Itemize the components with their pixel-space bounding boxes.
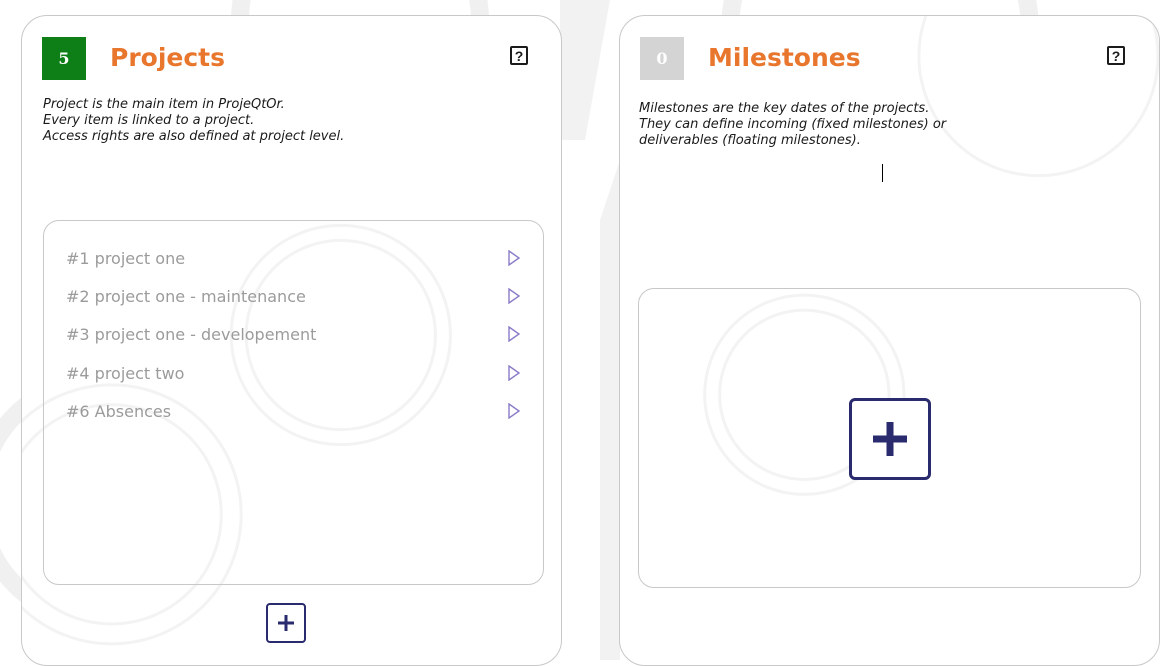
project-item-label: #6 Absences: [66, 401, 172, 421]
project-item-label: #2 project one - maintenance: [66, 286, 306, 306]
description-line: deliverables (floating milestones).: [639, 133, 861, 148]
milestones-card: 0 Milestones ? Milestones are the key da…: [619, 15, 1160, 666]
description-line: They can define incoming (fixed mileston…: [639, 117, 947, 132]
projects-title: Projects: [110, 43, 226, 72]
milestones-help-button[interactable]: ?: [1107, 46, 1125, 65]
description-line: Access rights are also defined at projec…: [43, 129, 345, 144]
milestone-count-badge: 0: [640, 37, 684, 80]
play-arrow-icon[interactable]: [507, 326, 521, 342]
projects-list-panel: #1 project one #2 project one - maintena…: [43, 220, 544, 585]
add-project-button[interactable]: [266, 603, 306, 643]
project-list-item[interactable]: #1 project one: [66, 247, 521, 269]
project-list-item[interactable]: #2 project one - maintenance: [66, 285, 521, 307]
project-item-label: #4 project two: [66, 363, 185, 383]
milestones-description: Milestones are the key dates of the proj…: [639, 101, 946, 149]
plus-icon: [873, 422, 907, 456]
play-arrow-icon[interactable]: [507, 250, 521, 266]
project-item-label: #3 project one - developement: [66, 324, 317, 344]
play-arrow-icon[interactable]: [507, 365, 521, 381]
add-milestone-button[interactable]: [849, 398, 931, 480]
text-cursor: [882, 164, 883, 182]
projects-card: 5 Projects ? Project is the main item in…: [21, 15, 562, 666]
play-arrow-icon[interactable]: [507, 403, 521, 419]
project-list-item[interactable]: #6 Absences: [66, 400, 521, 422]
milestones-title: Milestones: [708, 43, 861, 72]
play-arrow-icon[interactable]: [507, 288, 521, 304]
plus-icon: [278, 615, 294, 631]
project-list-item[interactable]: #3 project one - developement: [66, 323, 521, 345]
description-line: Project is the main item in ProjeQtOr.: [43, 97, 285, 112]
projects-description: Project is the main item in ProjeQtOr. E…: [43, 97, 344, 145]
project-item-label: #1 project one: [66, 248, 186, 268]
description-line: Milestones are the key dates of the proj…: [639, 101, 930, 116]
project-list-item[interactable]: #4 project two: [66, 362, 521, 384]
project-count-badge: 5: [42, 37, 86, 80]
description-line: Every item is linked to a project.: [43, 113, 255, 128]
projects-help-button[interactable]: ?: [510, 46, 528, 65]
milestones-panel: [638, 288, 1141, 588]
